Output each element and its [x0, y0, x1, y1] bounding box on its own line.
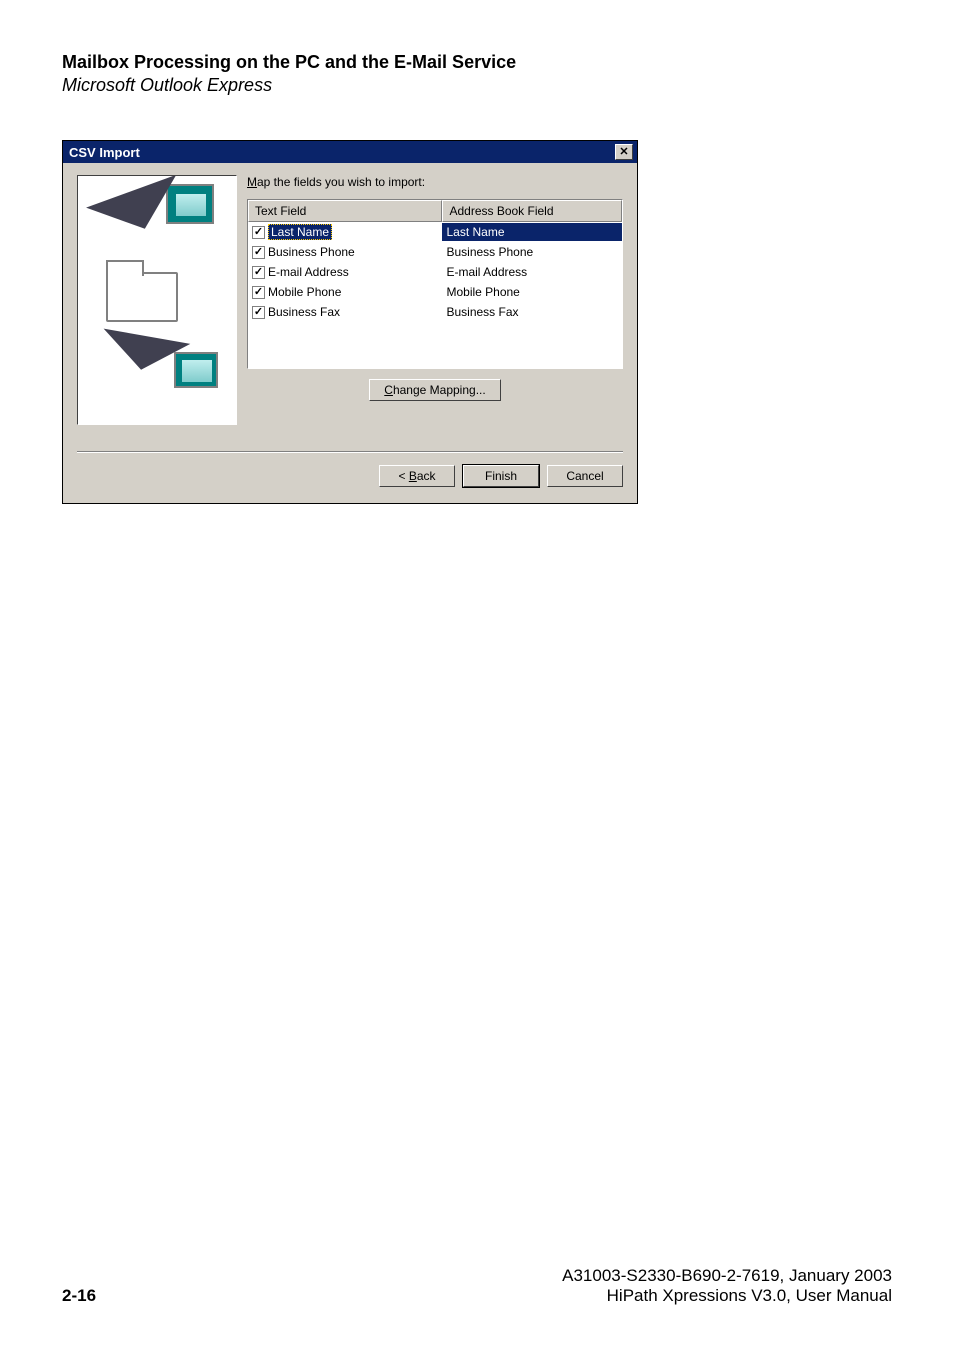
checkbox[interactable]: ✓ [252, 226, 265, 239]
wizard-graphic [77, 175, 237, 425]
page-number: 2-16 [62, 1286, 96, 1306]
dialog-title: CSV Import [69, 145, 140, 160]
checkbox[interactable]: ✓ [252, 306, 265, 319]
address-book-field-label: Mobile Phone [442, 283, 622, 301]
list-row[interactable]: ✓Last NameLast Name [248, 222, 622, 242]
address-book-field-label: Last Name [442, 223, 622, 241]
address-book-field-label: Business Fax [442, 303, 622, 321]
close-button[interactable]: ✕ [615, 144, 633, 160]
text-field-label: Business Fax [268, 305, 340, 319]
dialog-titlebar: CSV Import ✕ [63, 141, 637, 163]
doc-info: A31003-S2330-B690-2-7619, January 2003 H… [562, 1266, 892, 1306]
address-book-field-label: E-mail Address [442, 263, 622, 281]
field-mapping-list[interactable]: Text Field Address Book Field ✓Last Name… [247, 199, 623, 369]
instruction-label: Map the fields you wish to import: [247, 175, 623, 189]
csv-import-dialog: CSV Import ✕ Map the fields you wish to … [62, 140, 638, 504]
page-heading: Mailbox Processing on the PC and the E-M… [62, 52, 892, 73]
list-row[interactable]: ✓Business PhoneBusiness Phone [248, 242, 622, 262]
col-address-book-field[interactable]: Address Book Field [442, 200, 622, 222]
list-row[interactable]: ✓E-mail AddressE-mail Address [248, 262, 622, 282]
col-text-field[interactable]: Text Field [248, 200, 442, 222]
page-subheading: Microsoft Outlook Express [62, 75, 892, 96]
checkbox[interactable]: ✓ [252, 286, 265, 299]
list-row[interactable]: ✓Mobile PhoneMobile Phone [248, 282, 622, 302]
checkbox[interactable]: ✓ [252, 266, 265, 279]
list-row[interactable]: ✓Business FaxBusiness Fax [248, 302, 622, 322]
text-field-label: Mobile Phone [268, 285, 341, 299]
address-book-field-label: Business Phone [442, 243, 622, 261]
finish-button[interactable]: Finish [463, 465, 539, 487]
checkbox[interactable]: ✓ [252, 246, 265, 259]
text-field-label: Last Name [268, 224, 332, 240]
list-header: Text Field Address Book Field [248, 200, 622, 222]
text-field-label: E-mail Address [268, 265, 349, 279]
text-field-label: Business Phone [268, 245, 355, 259]
change-mapping-button[interactable]: Change Mapping... [369, 379, 500, 401]
cancel-button[interactable]: Cancel [547, 465, 623, 487]
back-button[interactable]: < Back [379, 465, 455, 487]
